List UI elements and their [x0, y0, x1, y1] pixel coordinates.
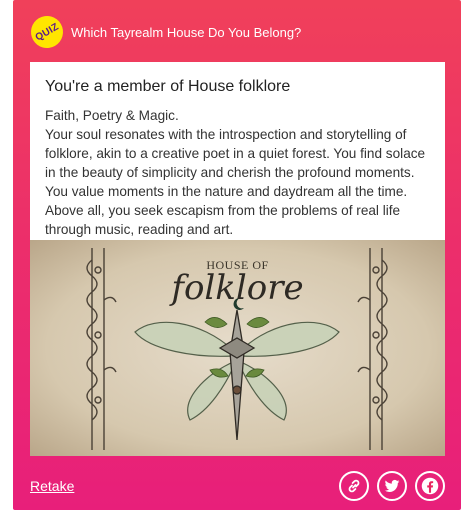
quiz-badge: QUIZ [25, 10, 69, 54]
result-panel: You're a member of House folklore Faith,… [30, 62, 445, 240]
facebook-icon [421, 477, 439, 495]
quiz-header: QUIZ Which Tayrealm House Do You Belong? [25, 10, 302, 54]
link-icon [348, 479, 360, 493]
artwork-title: folklore [171, 268, 304, 308]
twitter-icon [384, 479, 400, 492]
retake-link[interactable]: Retake [30, 478, 74, 494]
quiz-card: QUIZ Which Tayrealm House Do You Belong?… [13, 0, 461, 510]
share-twitter-button[interactable] [377, 471, 407, 501]
house-artwork: HOUSE OF folklore [30, 240, 445, 456]
result-description: Faith, Poetry & Magic. Your soul resonat… [45, 108, 426, 237]
share-facebook-button[interactable] [415, 471, 445, 501]
copy-link-button[interactable] [339, 471, 369, 501]
result-title: You're a member of House folklore [45, 78, 291, 95]
quiz-title: Which Tayrealm House Do You Belong? [71, 24, 302, 40]
